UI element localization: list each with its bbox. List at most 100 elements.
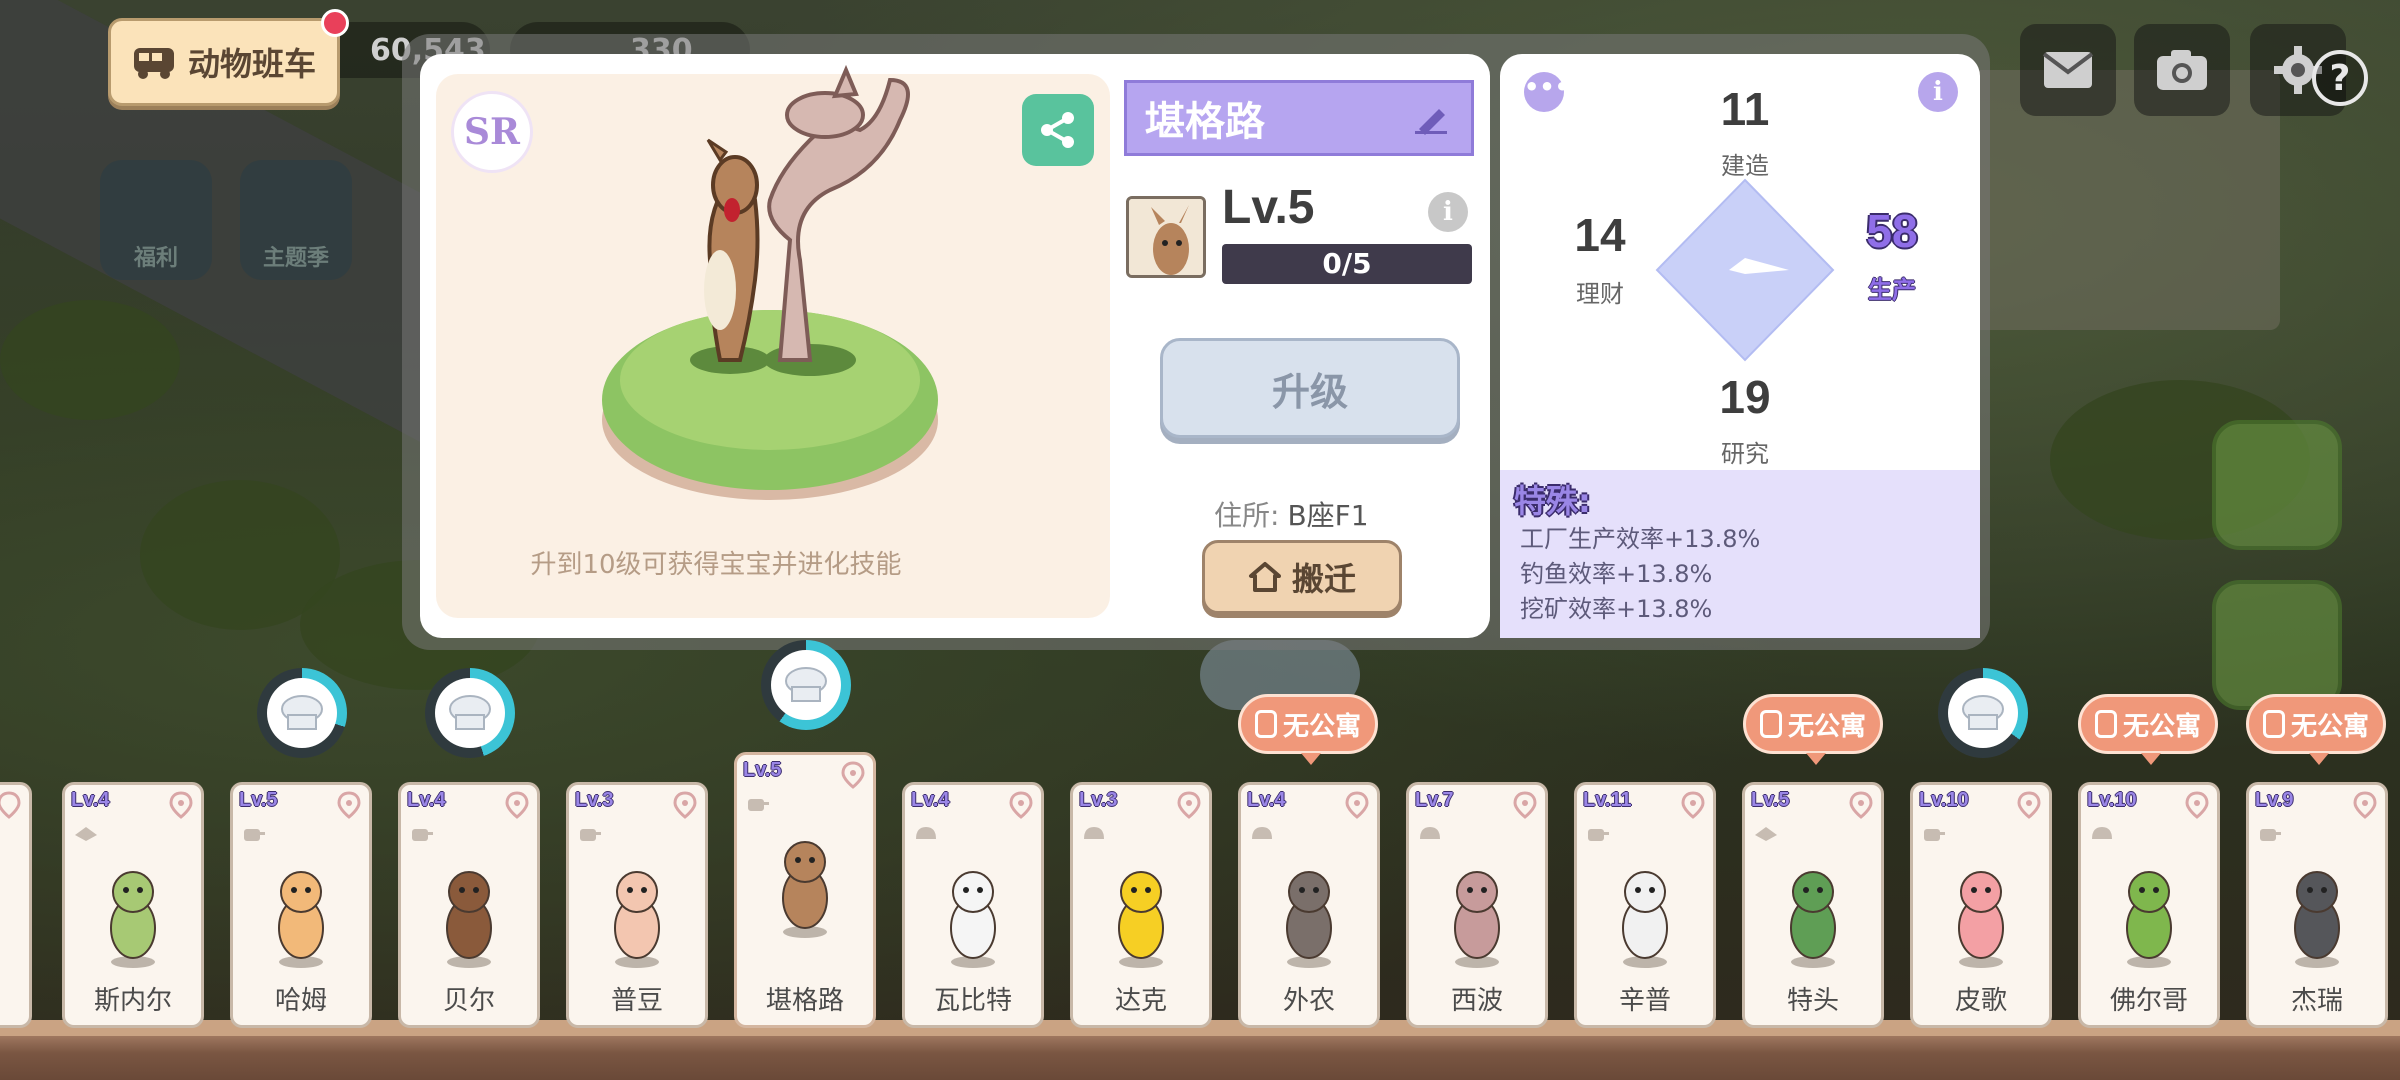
animal-icon	[950, 871, 996, 968]
animal-icon	[1958, 871, 2004, 968]
animal-card-level: Lv.7	[1415, 789, 1454, 811]
finance-stat-value: 14	[1574, 209, 1626, 261]
chef-task-bubble[interactable]	[761, 640, 851, 730]
help-button[interactable]: ?	[2312, 50, 2368, 106]
share-button[interactable]	[1022, 94, 1094, 166]
location-pin-icon	[1177, 791, 1201, 819]
no-apartment-badge: 无公寓	[1238, 694, 1378, 765]
animal-figure	[1745, 845, 1881, 975]
animal-card-level: Lv.4	[71, 789, 110, 811]
animal-figure	[1241, 845, 1377, 975]
animal-figure	[1409, 845, 1545, 975]
animal-icon	[2294, 871, 2340, 968]
animal-card[interactable]: Lv.4 外农	[1238, 782, 1380, 1028]
special-line: 挖矿效率+13.8%	[1520, 595, 1713, 623]
no-apartment-label: 无公寓	[1282, 711, 1361, 742]
location-pin-icon	[505, 791, 529, 819]
animal-card[interactable]: Lv.3 普豆	[566, 782, 708, 1028]
animal-card[interactable]: Lv.9 杰瑞	[2246, 782, 2388, 1028]
lock-icon	[2262, 710, 2285, 738]
address-value: B座F1	[1287, 499, 1369, 532]
camera-button[interactable]	[2134, 24, 2230, 116]
animal-icon	[110, 871, 156, 968]
welfare-button[interactable]: 福利	[100, 160, 212, 280]
animal-card[interactable]: Lv.7 西波	[1406, 782, 1548, 1028]
animal-card-name: 堪格路	[765, 986, 844, 1016]
house-side-button[interactable]	[2212, 420, 2342, 550]
camera-icon	[2157, 50, 2207, 90]
animal-card[interactable]: Lv.5 特头	[1742, 782, 1884, 1028]
no-apartment-label: 无公寓	[2290, 711, 2369, 742]
pot-job-icon	[748, 799, 769, 811]
chef-task-bubble[interactable]	[425, 668, 515, 758]
no-apartment-label: 无公寓	[1787, 711, 1866, 742]
animal-card-name: 贝尔	[442, 986, 495, 1016]
chef-task-bubble[interactable]	[1938, 668, 2028, 758]
kangaroo-illustration	[602, 64, 938, 500]
finance-stat-label: 理财	[1576, 280, 1624, 308]
animal-card[interactable]: Lv.3 达克	[1070, 782, 1212, 1028]
lock-icon	[1759, 710, 1782, 738]
animal-figure	[233, 845, 369, 975]
animal-card-name: 普豆	[610, 986, 663, 1016]
location-pin-icon	[673, 791, 697, 819]
upgrade-button[interactable]: 升级	[1160, 338, 1460, 438]
animal-bus-button[interactable]: 动物班车	[108, 9, 349, 106]
location-pin-icon	[2017, 791, 2041, 819]
pot-job-icon	[580, 829, 601, 841]
notification-dot	[321, 9, 349, 37]
move-label: 搬迁	[1291, 560, 1356, 598]
rarity-text: SR	[464, 111, 520, 153]
chef-task-bubble[interactable]	[257, 668, 347, 758]
special-title: 特殊:	[1514, 482, 1591, 520]
location-pin-icon	[337, 791, 361, 819]
edit-pencil-icon[interactable]	[1415, 105, 1449, 135]
animal-card-level: Lv.5	[239, 789, 278, 811]
address-row: 住所: B座F1	[1214, 494, 1369, 534]
mail-button[interactable]	[2020, 24, 2116, 116]
map-pin-side-button[interactable]	[2212, 580, 2342, 710]
animal-card-name: 哈姆	[274, 986, 327, 1016]
hat-job-icon	[1755, 827, 1777, 841]
location-pin-icon	[2353, 791, 2377, 819]
animal-figure	[1073, 845, 1209, 975]
theme-season-button[interactable]: 主题季	[240, 160, 352, 280]
animal-card-level: Lv.3	[575, 789, 614, 811]
bus-icon	[133, 48, 174, 79]
move-button[interactable]: 搬迁	[1202, 540, 1402, 614]
location-pin-icon	[1345, 791, 1369, 819]
animal-card[interactable]: Lv.4 贝尔	[398, 782, 540, 1028]
pot-job-icon	[2260, 829, 2281, 841]
stats-info-icon[interactable]: i	[1918, 72, 1958, 112]
location-pin-icon	[1009, 791, 1033, 819]
helmet-job-icon	[1084, 827, 1104, 839]
more-options-icon[interactable]: •••	[1524, 72, 1570, 112]
animal-icon	[1622, 871, 1668, 968]
animal-card[interactable]: Lv.10 皮歌	[1910, 782, 2052, 1028]
animal-card-name: 西波	[1450, 986, 1503, 1016]
animal-icon	[1790, 871, 1836, 968]
bush	[0, 300, 180, 420]
rarity-badge: SR	[451, 91, 533, 173]
level-label: Lv.5	[1222, 181, 1315, 234]
animal-card[interactable]: Lv.4 瓦比特	[902, 782, 1044, 1028]
animal-card-partial[interactable]	[0, 782, 32, 1028]
animal-name-field[interactable]: 堪格路	[1124, 80, 1474, 156]
helmet-job-icon	[2092, 827, 2112, 839]
animal-figure	[1577, 845, 1713, 975]
hat-job-icon	[75, 827, 97, 841]
animal-card[interactable]: Lv.10 佛尔哥	[2078, 782, 2220, 1028]
animal-card-name: 外农	[1282, 986, 1335, 1016]
animal-card[interactable]: Lv.5 堪格路	[734, 752, 876, 1028]
animal-figure	[2081, 845, 2217, 975]
animal-card-level: Lv.10	[2087, 789, 2137, 811]
animal-card[interactable]: Lv.11 辛普	[1574, 782, 1716, 1028]
chef-hat-icon	[281, 695, 323, 730]
chef-hat-icon	[449, 695, 491, 730]
animal-card-name: 辛普	[1618, 986, 1671, 1016]
animal-icon	[614, 871, 660, 968]
level-info-icon[interactable]: i	[1428, 192, 1468, 232]
animal-card[interactable]: Lv.5 哈姆	[230, 782, 372, 1028]
location-pin-icon	[841, 761, 865, 789]
animal-card[interactable]: Lv.4 斯内尔	[62, 782, 204, 1028]
